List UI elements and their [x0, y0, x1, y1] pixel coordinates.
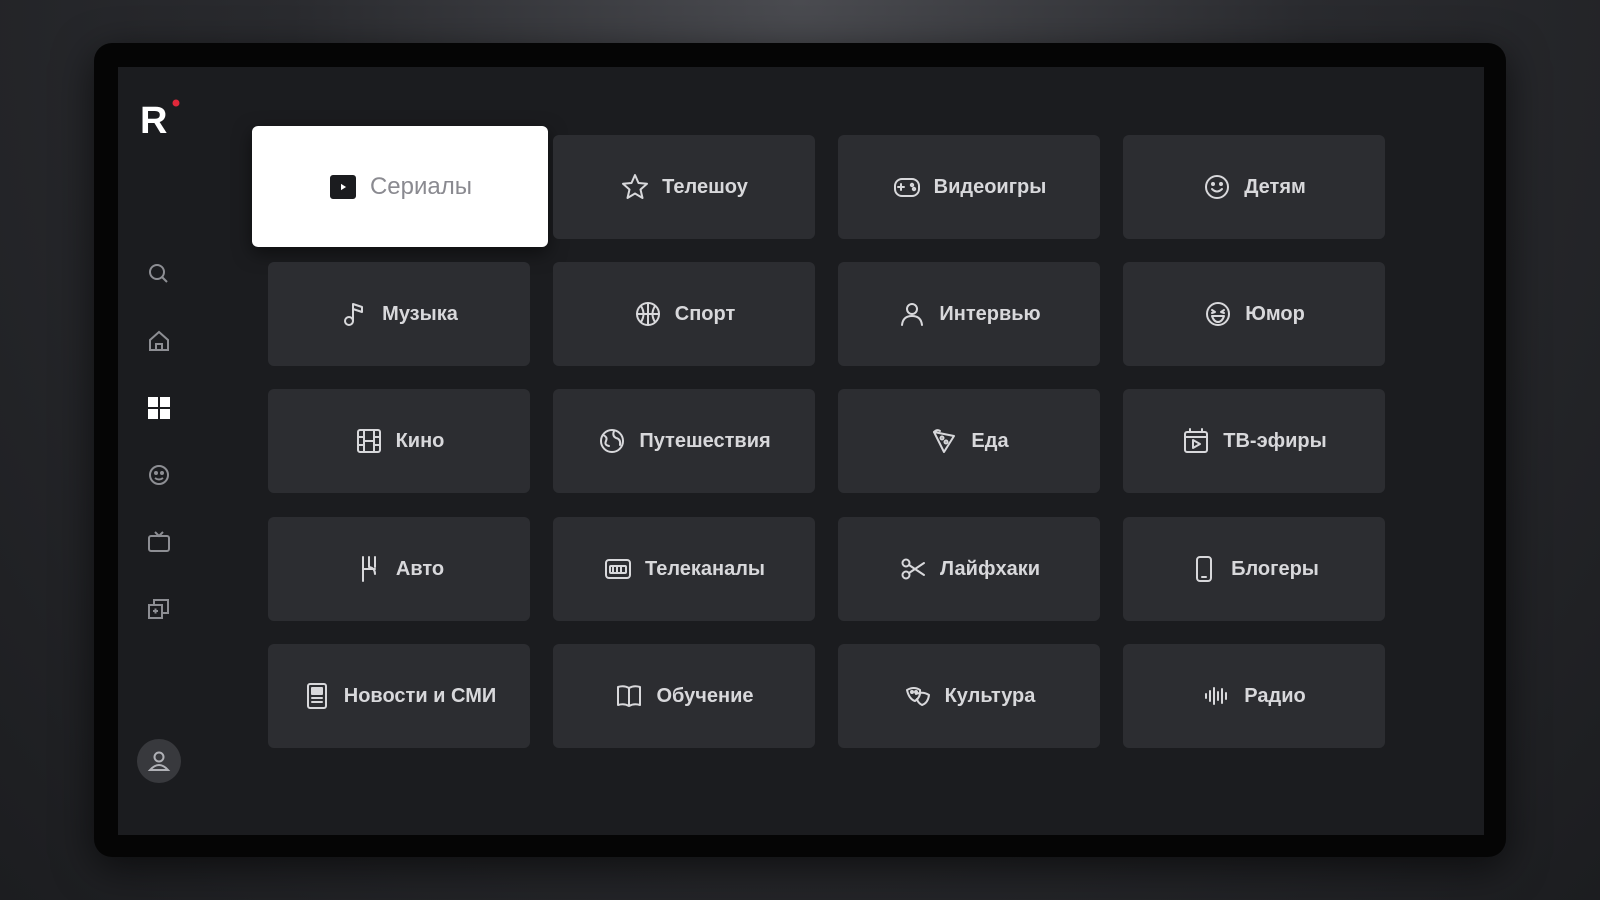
person-icon [901, 303, 924, 326]
category-label: Интервью [939, 302, 1041, 325]
category-label: Телешоу [662, 175, 748, 198]
category-tile[interactable]: Блогеры [1123, 517, 1385, 621]
category-label: Сериалы [369, 172, 473, 200]
category-label: Еда [971, 429, 1009, 452]
food-icon [933, 429, 956, 453]
category-tile[interactable]: Радио [1123, 644, 1385, 748]
gamepad-icon [893, 178, 920, 197]
smile-icon [1205, 175, 1230, 199]
category-tile[interactable]: Детям [1123, 135, 1385, 239]
app-screen: R Сериалы Телешоу Видеоигры Детям Музыка Спор… [118, 67, 1484, 835]
star-icon [622, 174, 649, 199]
category-tile[interactable]: Новости и СМИ [268, 644, 530, 748]
category-tile[interactable]: Путешествия [553, 389, 815, 493]
category-label: Юмор [1245, 302, 1305, 325]
category-tile[interactable]: Еда [838, 389, 1100, 493]
category-tile[interactable]: Телешоу [553, 135, 815, 239]
category-tile[interactable]: Лайфхаки [838, 517, 1100, 621]
film-icon [356, 429, 381, 453]
category-tile[interactable]: Интервью [838, 262, 1100, 366]
category-label: Культура [944, 684, 1036, 707]
category-tile[interactable]: Юмор [1123, 262, 1385, 366]
category-tile[interactable]: Спорт [553, 262, 815, 366]
category-tile[interactable]: Культура [838, 644, 1100, 748]
category-tile[interactable]: Телеканалы [553, 517, 815, 621]
masks-icon [905, 687, 930, 706]
category-tile[interactable]: Обучение [553, 644, 815, 748]
category-label: Лайфхаки [940, 557, 1040, 580]
category-label: Авто [395, 557, 445, 580]
music-note-icon [344, 303, 364, 326]
category-label: Новости и СМИ [343, 684, 497, 707]
category-label: Видеоигры [933, 175, 1047, 198]
category-label: Радио [1244, 684, 1306, 707]
broadcast-icon [1184, 428, 1209, 453]
channels-icon [604, 559, 631, 579]
category-tile[interactable]: ТВ-эфиры [1123, 389, 1385, 493]
car-icon [361, 556, 376, 582]
category-label: Детям [1244, 175, 1306, 198]
newspaper-icon [306, 683, 327, 709]
category-tile[interactable]: Сериалы [252, 126, 548, 247]
laugh-icon [1206, 302, 1231, 326]
book-icon [617, 685, 642, 707]
category-tile[interactable]: Кино [268, 389, 530, 493]
radio-wave-icon [1205, 687, 1228, 705]
phone-icon [1196, 556, 1213, 582]
category-tile[interactable]: Музыка [268, 262, 530, 366]
category-label: Музыка [382, 302, 458, 325]
category-label: Телеканалы [644, 557, 766, 580]
globe-icon [600, 429, 625, 453]
category-tile[interactable]: Видеоигры [838, 135, 1100, 239]
category-label: Кино [395, 429, 445, 452]
category-label: Спорт [674, 302, 736, 325]
category-label: Блогеры [1231, 557, 1319, 580]
category-label: Путешествия [639, 429, 771, 452]
category-tile[interactable]: Авто [268, 517, 530, 621]
play-icon [329, 174, 356, 199]
scissors-icon [901, 558, 925, 580]
category-label: Обучение [656, 684, 754, 707]
category-label: ТВ-эфиры [1223, 429, 1327, 452]
ball-icon [635, 302, 660, 326]
category-grid: Сериалы Телешоу Видеоигры Детям Музыка Спорт И… [118, 67, 1484, 835]
